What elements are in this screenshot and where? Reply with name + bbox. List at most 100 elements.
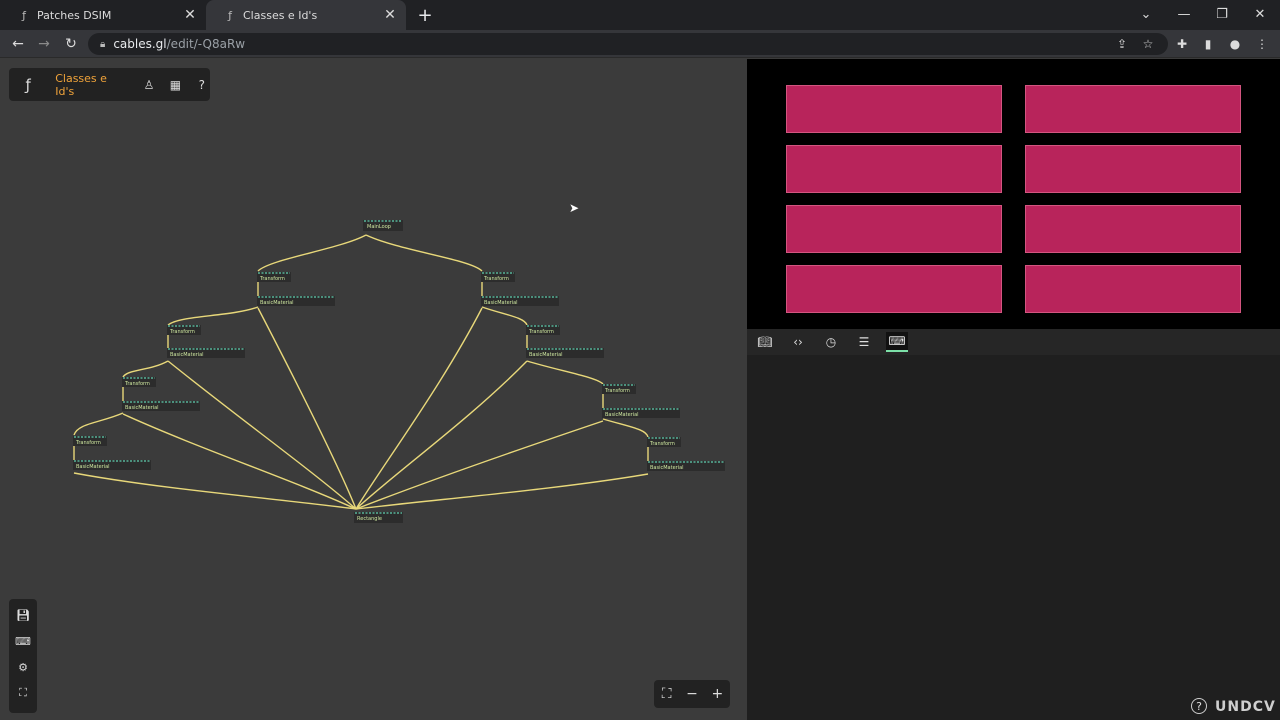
op-label: Transform [528, 329, 554, 335]
code-icon[interactable]: ‹› [787, 332, 809, 352]
reload-icon[interactable]: ↻ [59, 32, 83, 56]
op-transform[interactable]: Transform [481, 272, 515, 282]
help-icon[interactable]: ? [194, 76, 210, 94]
history-clock-icon[interactable]: ◷ [820, 332, 842, 352]
op-basic-material[interactable]: BasicMaterial [481, 296, 559, 306]
close-tab-icon[interactable]: ✕ [382, 7, 398, 23]
rendered-rectangle [1025, 145, 1241, 193]
cable [122, 360, 169, 378]
op-transform[interactable]: Transform [122, 377, 156, 387]
keyboard-icon[interactable]: ⌨ [886, 332, 908, 352]
patch-graph[interactable]: MainLoop Transform BasicMaterial Transfo… [0, 59, 746, 720]
op-label: BasicMaterial [605, 412, 639, 418]
op-transform[interactable]: Transform [647, 437, 681, 447]
cable [167, 306, 259, 326]
editor-side-toolbar: 💾︎ ⌨ ⚙ ⛶ [9, 599, 37, 713]
fullscreen-icon[interactable]: ⛶ [13, 683, 33, 703]
lock-icon: 🔒︎ [100, 38, 106, 50]
cable [355, 473, 649, 510]
url-host: cables.gl [113, 37, 167, 51]
cable [481, 306, 528, 326]
patch-editor[interactable]: MainLoop Transform BasicMaterial Transfo… [0, 59, 746, 720]
rendered-rectangle [1025, 265, 1241, 313]
op-basic-material[interactable]: BasicMaterial [602, 408, 680, 418]
op-label: Transform [124, 381, 150, 387]
tab-classes-e-ids[interactable]: ƒ Classes e Id's ✕ [206, 0, 406, 30]
op-label: BasicMaterial [484, 300, 518, 306]
op-main-loop[interactable]: MainLoop [363, 220, 403, 231]
new-tab-button[interactable]: + [414, 4, 436, 26]
rendered-rectangle [1025, 205, 1241, 253]
layout-icon[interactable]: ▦ [167, 76, 183, 94]
op-label: BasicMaterial [650, 465, 684, 471]
profile-icon[interactable]: ● [1225, 34, 1245, 54]
mouse-cursor-icon: ➤ [569, 201, 580, 215]
keyboard-icon[interactable]: ⌨ [13, 631, 33, 651]
tab-title: Patches DSIM [37, 8, 112, 22]
docs-book-icon[interactable]: 📖︎ [754, 332, 776, 352]
side-panel: 📖︎ ‹› ◷ ☰ ⌨ ? UNDCV [747, 329, 1280, 720]
forward-icon[interactable]: → [32, 32, 56, 56]
rendered-rectangle [786, 145, 1002, 193]
cable [355, 307, 483, 510]
cables-logo-icon: ƒ [228, 8, 232, 22]
op-basic-material[interactable]: BasicMaterial [167, 348, 245, 358]
cable [257, 307, 357, 510]
rendered-rectangle [786, 85, 1002, 133]
zoom-fit-icon[interactable]: ⛶ [658, 685, 676, 703]
op-transform[interactable]: Transform [73, 436, 107, 446]
op-label: BasicMaterial [125, 405, 159, 411]
op-label: Transform [649, 441, 675, 447]
op-basic-material[interactable]: BasicMaterial [122, 401, 200, 411]
op-basic-material[interactable]: BasicMaterial [647, 461, 725, 471]
project-title[interactable]: Classes e Id's [55, 72, 123, 98]
close-window-icon[interactable]: ✕ [1241, 0, 1279, 28]
zoom-in-icon[interactable]: + [708, 685, 726, 703]
minimize-icon[interactable]: — [1165, 0, 1203, 28]
op-label: Transform [75, 440, 101, 446]
help-icon[interactable]: ? [1191, 698, 1207, 714]
share-icon[interactable]: ⇪ [1112, 34, 1132, 54]
op-transform[interactable]: Transform [167, 325, 201, 335]
op-rectangle[interactable]: Rectangle [354, 512, 403, 523]
rendered-rectangle [786, 205, 1002, 253]
op-label: Rectangle [357, 516, 382, 522]
side-panel-icon[interactable]: ▮ [1198, 34, 1218, 54]
cable [167, 360, 357, 510]
render-canvas[interactable] [747, 59, 1280, 329]
cable [365, 234, 483, 272]
save-icon[interactable]: 💾︎ [13, 605, 33, 625]
back-icon[interactable]: ← [6, 32, 30, 56]
op-basic-material[interactable]: BasicMaterial [257, 296, 335, 306]
op-transform[interactable]: Transform [257, 272, 291, 282]
user-icon[interactable]: ♙ [141, 76, 157, 94]
op-label: BasicMaterial [529, 352, 563, 358]
address-bar[interactable]: 🔒︎ cables.gl /edit/-Q8aRw [88, 33, 1168, 55]
bookmark-star-icon[interactable]: ☆ [1138, 34, 1158, 54]
op-label: BasicMaterial [170, 352, 204, 358]
menu-kebab-icon[interactable]: ⋮ [1252, 34, 1272, 54]
op-label: Transform [169, 329, 195, 335]
restore-icon[interactable]: ❐ [1203, 0, 1241, 28]
tab-patches-dsim[interactable]: ƒ Patches DSIM ✕ [0, 0, 206, 30]
op-transform[interactable]: Transform [526, 325, 560, 335]
settings-gear-icon[interactable]: ⚙ [13, 657, 33, 677]
close-tab-icon[interactable]: ✕ [182, 7, 198, 23]
zoom-controls: ⛶ − + [654, 680, 730, 708]
cable [257, 234, 367, 272]
op-basic-material[interactable]: BasicMaterial [526, 348, 604, 358]
browser-toolbar: ← → ↻ 🔒︎ cables.gl /edit/-Q8aRw ⇪ ☆ ✚ ▮ … [0, 30, 1280, 58]
zoom-out-icon[interactable]: − [683, 685, 701, 703]
cables-logo-icon[interactable]: ƒ [19, 76, 37, 94]
watermark-logo: UNDCV [1215, 699, 1276, 715]
op-transform[interactable]: Transform [602, 384, 636, 394]
op-basic-material[interactable]: BasicMaterial [73, 460, 151, 470]
tab-search-icon[interactable]: ⌄ [1127, 0, 1165, 28]
list-icon[interactable]: ☰ [853, 332, 875, 352]
cable [355, 360, 528, 510]
cable [526, 360, 604, 385]
cable [73, 412, 124, 436]
op-label: Transform [259, 276, 285, 282]
cable [602, 418, 649, 438]
extensions-icon[interactable]: ✚ [1172, 34, 1192, 54]
